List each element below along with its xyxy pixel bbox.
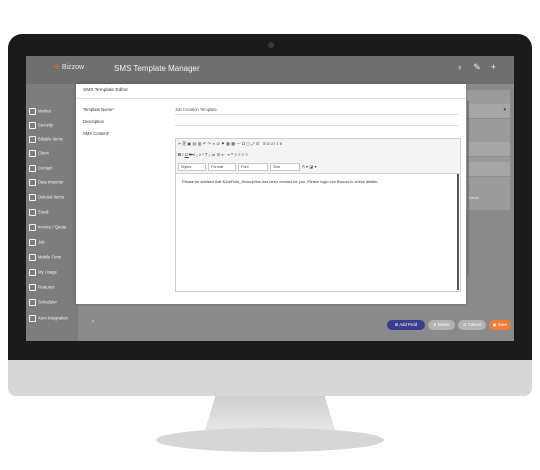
sidebar-item-label: Data Importer — [38, 179, 64, 185]
dialog-header: SMS Template Editor — [76, 84, 466, 99]
sidebar-item-label: Email — [38, 209, 49, 215]
invoice-icon — [29, 224, 36, 231]
sidebar-item-email[interactable]: Email — [29, 209, 48, 216]
app-header: ✣ Bizzow SMS Template Manager ♁✎+ — [26, 56, 514, 84]
sidebar-item-label: Invoice / Quote — [38, 224, 67, 230]
users-icon — [29, 150, 36, 157]
sidebar: Market Security Billable Items Client Co… — [26, 84, 78, 341]
source-button[interactable]: ⊡ Source — [256, 141, 284, 146]
import-icon — [29, 179, 36, 186]
sidebar-item-label: Contact — [38, 165, 53, 171]
bg-color-icon[interactable]: ◪▾ — [309, 164, 317, 169]
save-button[interactable]: ▣ Save — [489, 320, 511, 330]
add-field-label: Add Field — [399, 322, 418, 327]
format-dropdown[interactable]: Format — [208, 163, 236, 171]
delete-button[interactable]: ⊗ Delete — [428, 320, 455, 330]
monitor-chin — [8, 360, 532, 396]
toolbar-row-3: Styles Format Font Size A▾◪▾ — [178, 163, 318, 171]
sidebar-item-features[interactable]: Features — [29, 284, 55, 291]
template-name-label: Template Name* — [83, 107, 114, 112]
market-icon — [29, 108, 36, 115]
chevron-down-icon: ▾ — [503, 107, 506, 113]
delete-label: Delete — [437, 322, 450, 327]
cancel-label: Cancel — [467, 322, 481, 327]
styles-dropdown[interactable]: Styles — [178, 163, 206, 171]
background-row — [464, 162, 510, 177]
sidebar-item-job[interactable]: Job — [29, 239, 45, 246]
billable-icon — [29, 136, 36, 143]
briefcase-icon — [29, 239, 36, 246]
justify-icon[interactable]: ≡ — [245, 152, 249, 157]
webcam — [268, 42, 274, 48]
add-field-button[interactable]: ⊞ Add Field — [387, 320, 425, 330]
rich-text-editor: ✂⎘▣▤▥↶↷∞⊘⚑▦▩―Ω▢⤢⊡ Source BIUSx₂x²Tₓ≔☰⇤⇥❝… — [175, 138, 461, 292]
sms-content-label: SMS Content* — [83, 131, 110, 136]
template-name-underline — [175, 114, 459, 115]
features-icon — [29, 284, 36, 291]
sidebar-item-label: Mobile Form — [38, 254, 62, 260]
sidebar-item-label: Billable Items — [38, 136, 63, 142]
app-logo[interactable]: ✣ Bizzow — [54, 63, 84, 71]
sidebar-item-security[interactable]: Security — [29, 122, 53, 129]
sidebar-item-label: Xero Integration — [38, 315, 68, 321]
header-actions: ♁✎+ — [456, 62, 506, 73]
font-dropdown[interactable]: Font — [238, 163, 268, 171]
sidebar-item-label: Client — [38, 150, 49, 156]
calendar-icon — [29, 299, 36, 306]
sidebar-item-client[interactable]: Client — [29, 150, 49, 157]
xero-icon — [29, 315, 36, 322]
sms-template-editor-dialog: SMS Template Editor Template Name* Job C… — [76, 84, 511, 330]
sidebar-item-data-importer[interactable]: Data Importer — [29, 179, 64, 186]
phone-icon — [29, 165, 36, 172]
trash-icon — [29, 194, 36, 201]
usage-icon — [29, 269, 36, 276]
sidebar-item-deleted-items[interactable]: Deleted Items — [29, 194, 64, 201]
save-label: Save — [497, 322, 508, 327]
brand-name: Bizzow — [61, 64, 85, 71]
sidebar-item-label: Market — [38, 108, 51, 114]
sidebar-item-market[interactable]: Market — [29, 108, 51, 115]
app-screen: ✣ Bizzow SMS Template Manager ♁✎+ Market … — [26, 56, 514, 341]
chevron-right-icon[interactable]: › — [92, 319, 94, 325]
cancel-button[interactable]: ⊘ Cancel — [458, 320, 486, 330]
sidebar-item-billable-items[interactable]: Billable Items — [29, 136, 63, 143]
sms-content-text[interactable]: Please be advised that $JobField_Descrip… — [182, 179, 378, 184]
dialog-scrollbar[interactable] — [467, 101, 469, 276]
sidebar-item-label: Features — [38, 284, 55, 290]
sidebar-item-label: Deleted Items — [38, 194, 64, 200]
toolbar-row-1: ✂⎘▣▤▥↶↷∞⊘⚑▦▩―Ω▢⤢⊡ Source — [178, 141, 283, 146]
source-label: Source — [263, 141, 284, 146]
description-label: Description — [83, 119, 104, 124]
sidebar-item-xero-integration[interactable]: Xero Integration — [29, 315, 68, 322]
description-field[interactable] — [175, 125, 459, 126]
background-dropdown[interactable]: ▾ — [464, 104, 510, 119]
sidebar-item-contact[interactable]: Contact — [29, 165, 52, 172]
sidebar-item-label: Scheduler — [38, 299, 57, 305]
page-title: SMS Template Manager — [114, 64, 200, 73]
add-icon[interactable]: + — [491, 62, 506, 72]
monitor-base — [156, 428, 384, 452]
bell-icon[interactable]: ♁ — [456, 62, 473, 72]
sidebar-item-label: Job — [38, 239, 45, 245]
sidebar-item-label: My Usage — [38, 269, 57, 275]
background-row — [464, 142, 510, 157]
size-dropdown[interactable]: Size — [270, 163, 300, 171]
dialog-title: SMS Template Editor — [83, 88, 128, 93]
monitor-neck — [205, 396, 335, 430]
editor-toolbar: ✂⎘▣▤▥↶↷∞⊘⚑▦▩―Ω▢⤢⊡ Source BIUSx₂x²Tₓ≔☰⇤⇥❝… — [176, 139, 460, 174]
sidebar-item-invoice-quote[interactable]: Invoice / Quote — [29, 224, 66, 231]
sidebar-item-scheduler[interactable]: Scheduler — [29, 299, 57, 306]
toolbar-row-2: BIUSx₂x²Tₓ≔☰⇤⇥❝≡≡≡≡ — [178, 152, 249, 157]
mobile-icon — [29, 254, 36, 261]
editor-scrollbar[interactable] — [457, 174, 459, 290]
sidebar-item-label: Security — [38, 122, 54, 128]
compose-icon[interactable]: ✎ — [473, 62, 491, 72]
logo-mark-icon: ✣ — [54, 64, 60, 71]
email-icon — [29, 209, 36, 216]
shield-icon — [29, 122, 36, 129]
template-name-field[interactable]: Job Creation Template — [175, 107, 217, 112]
sidebar-item-mobile-form[interactable]: Mobile Form — [29, 254, 61, 261]
sidebar-item-my-usage[interactable]: My Usage — [29, 269, 57, 276]
